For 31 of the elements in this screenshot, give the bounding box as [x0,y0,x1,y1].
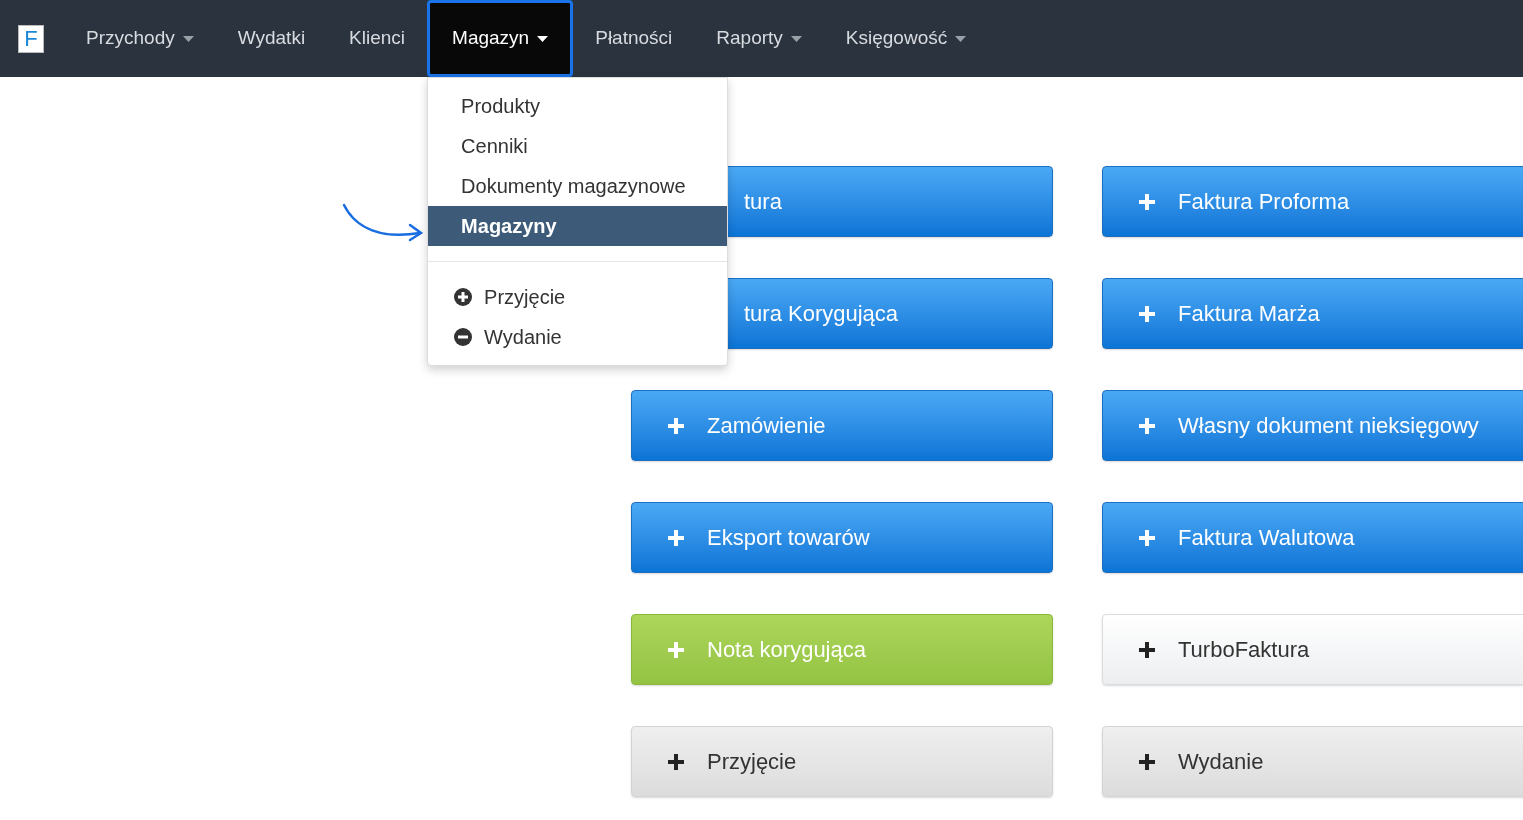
new-document-button[interactable]: Wydanie [1102,726,1523,797]
plus-icon [667,640,685,659]
plus-icon [1138,752,1156,771]
dropdown-item[interactable]: Cenniki [428,126,728,166]
minus-circle-icon [454,328,473,346]
caret-icon [537,35,549,42]
curved-arrow-icon [342,203,424,243]
caret-icon [955,35,967,42]
dropdown-item[interactable]: Produkty [428,86,728,126]
plus-icon [667,752,685,771]
nav-menu-item[interactable]: Klienci [327,0,428,77]
nav-menu-item[interactable]: Płatności [573,0,695,77]
plus-icon [1138,304,1156,323]
dropdown-item[interactable]: Magazyny [428,206,728,246]
logo[interactable]: F [18,24,44,53]
new-document-button[interactable]: Przyjęcie [631,726,1053,797]
plus-circle-icon [454,288,473,306]
plus-icon [1138,192,1156,211]
caret-icon [182,35,194,42]
nav-menu-item[interactable]: Magazyn [427,0,574,77]
plus-icon [1138,640,1156,659]
nav-menu-item[interactable]: Wydatki [215,0,328,77]
plus-icon [667,528,685,547]
plus-icon [667,416,685,435]
new-document-button[interactable]: TurboFaktura [1102,614,1523,685]
caret-icon [790,35,802,42]
nav-menu-item[interactable]: Raporty [694,0,824,77]
plus-icon [1138,416,1156,435]
nav-menu-item[interactable]: Przychody [64,0,216,77]
nav-menu-item[interactable]: Księgowość [823,0,989,77]
plus-icon [1138,528,1156,547]
